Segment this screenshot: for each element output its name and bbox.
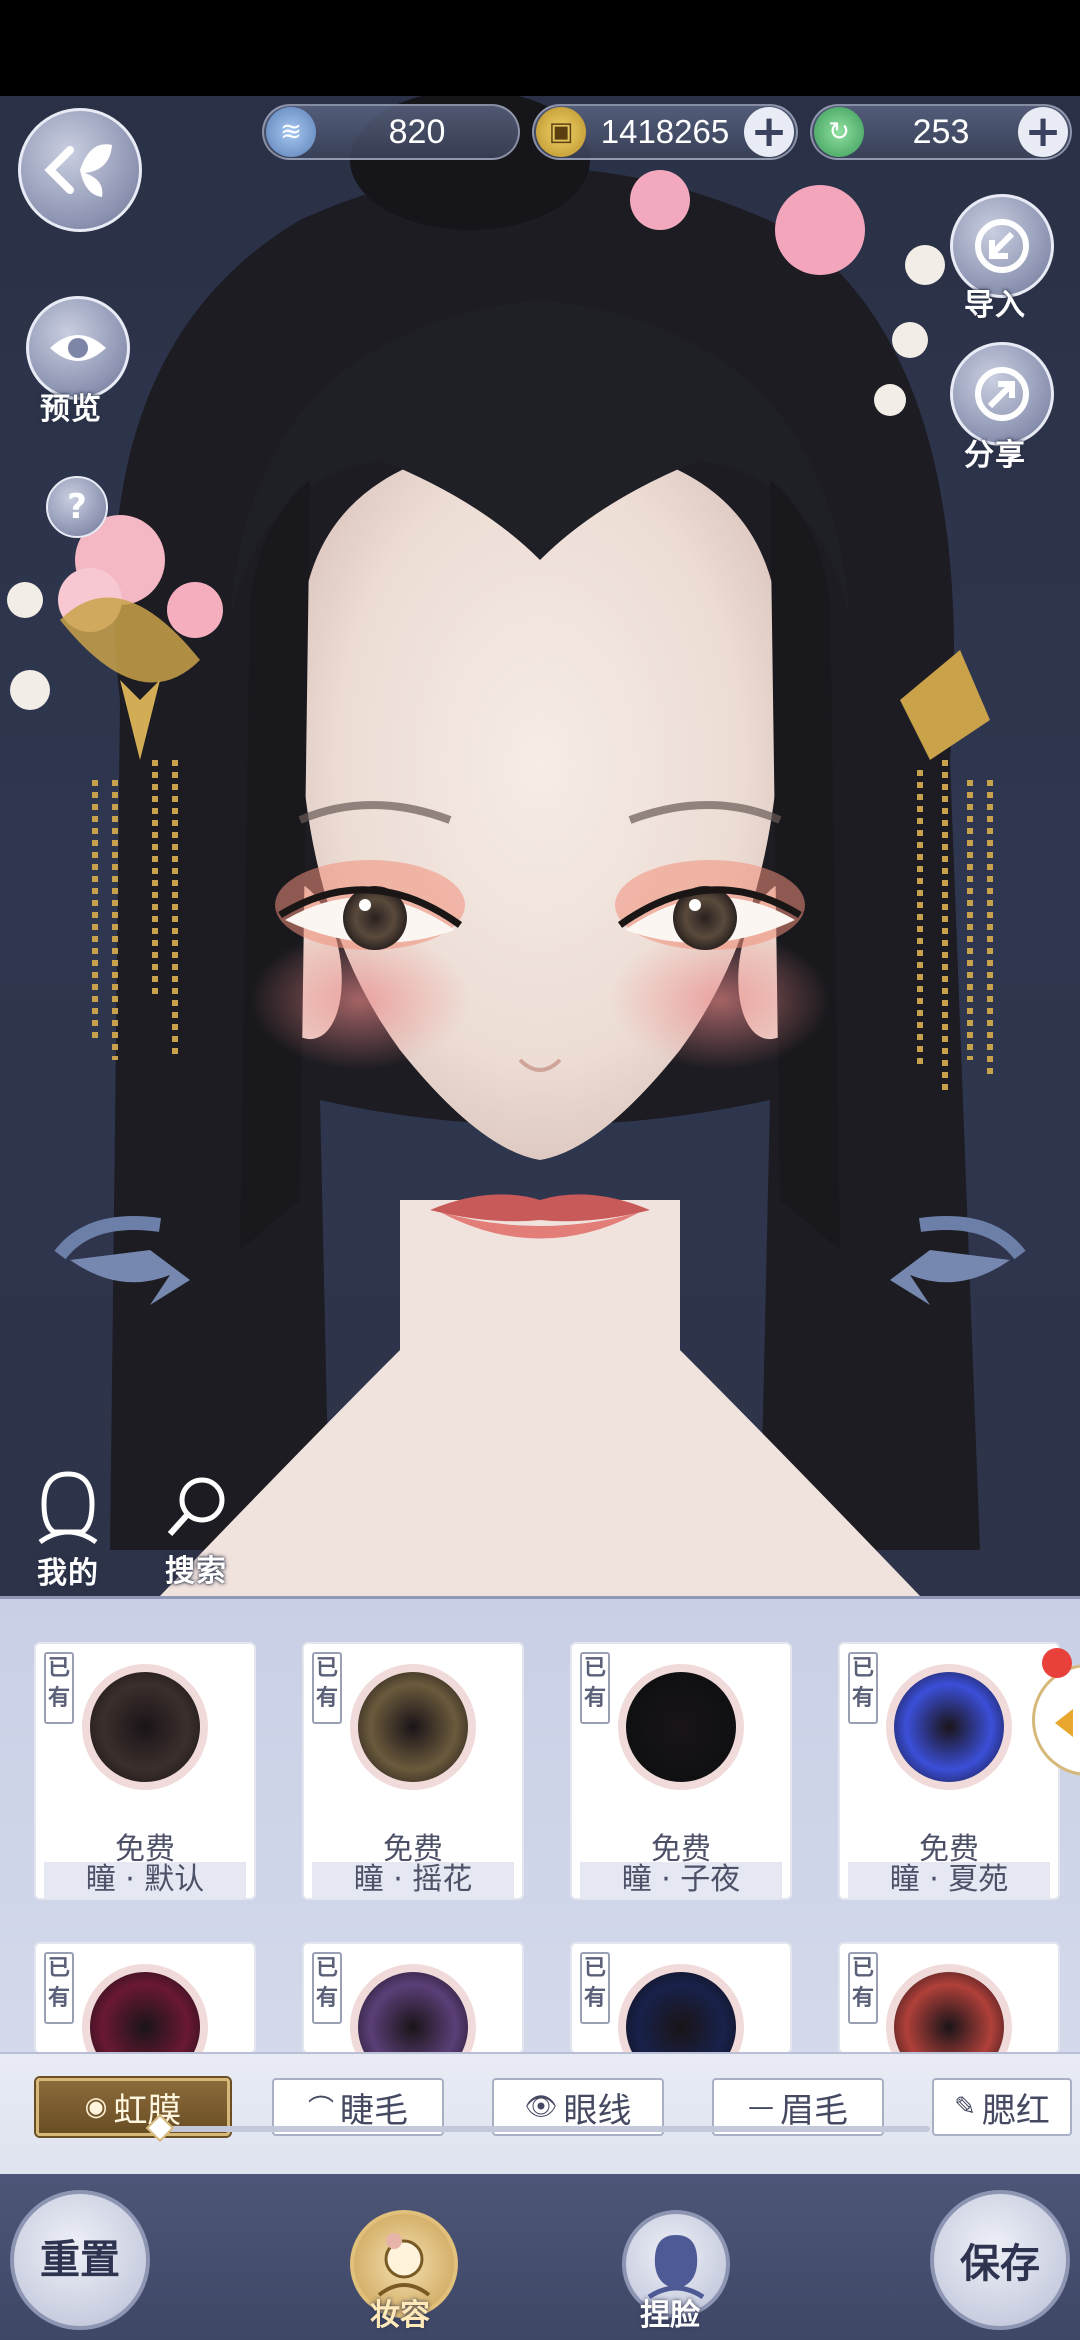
- coin-amount: 1418265: [600, 113, 730, 150]
- iris-swatch-icon: [82, 1664, 208, 1790]
- ticket-icon: ↻: [814, 107, 864, 157]
- iris-swatch-icon: [618, 1664, 744, 1790]
- makeup-label: 妆容: [370, 2298, 430, 2333]
- search-icon: [167, 1477, 225, 1537]
- back-butterfly-icon: [44, 144, 112, 197]
- ticket-amount: 253: [912, 112, 970, 151]
- search-label: 搜索: [165, 1554, 227, 1589]
- tab-scroll-track: [160, 2126, 930, 2132]
- jade-currency: ≋ 820: [262, 104, 520, 160]
- owned-badge: 已有: [44, 1952, 74, 2024]
- owned-badge: 已有: [44, 1652, 74, 1724]
- eyelash-icon: ⌒: [307, 2094, 334, 2125]
- item-name: 瞳 · 默认: [44, 1862, 246, 1898]
- owned-badge: 已有: [312, 1952, 342, 2024]
- makeup-face-icon: [377, 2233, 431, 2297]
- face-sculpt-icon: [647, 2235, 705, 2299]
- iris-item-card[interactable]: 已有 免费瞳 · 摇花: [304, 1644, 522, 1898]
- owned-badge: 已有: [848, 1952, 878, 2024]
- owned-badge: 已有: [312, 1652, 342, 1724]
- status-bar: [0, 0, 1080, 96]
- iris-item-card[interactable]: 已有 免费瞳 · 默认: [36, 1644, 254, 1898]
- rotate-right-arrow-icon[interactable]: [890, 1205, 1030, 1315]
- iris-item-card[interactable]: 已有: [840, 1944, 1058, 2052]
- item-name: 瞳 · 摇花: [312, 1862, 514, 1898]
- iris-item-card[interactable]: 已有 免费瞳 · 子夜: [572, 1644, 790, 1898]
- save-button[interactable]: 保存: [930, 2190, 1070, 2330]
- jade-icon: ≋: [266, 107, 316, 157]
- reset-button[interactable]: 重置: [10, 2190, 150, 2330]
- share-icon: [975, 367, 1029, 421]
- iris-item-card[interactable]: 已有: [572, 1944, 790, 2052]
- iris-swatch-icon: [618, 1964, 744, 2052]
- item-name: 瞳 · 夏苑: [848, 1862, 1050, 1898]
- coin-icon: ▣: [536, 107, 586, 157]
- help-icon: ?: [67, 487, 87, 527]
- rotate-left-arrow-icon[interactable]: [50, 1205, 190, 1315]
- eye-circle-icon: ◉: [84, 2092, 108, 2122]
- eye-icon: [50, 335, 106, 361]
- tab-label: 腮红: [981, 2090, 1050, 2131]
- reset-label: 重置: [40, 2237, 120, 2283]
- add-tickets-button[interactable]: +: [1018, 107, 1068, 157]
- character-model: [7, 96, 993, 1596]
- chevron-left-icon: [1055, 1709, 1073, 1737]
- back-button[interactable]: [18, 108, 142, 232]
- tab-label: 眼线: [563, 2090, 632, 2131]
- add-coins-button[interactable]: +: [744, 107, 794, 157]
- my-presets-button[interactable]: 我的: [28, 1470, 108, 1592]
- owned-badge: 已有: [848, 1652, 878, 1724]
- tab-blush[interactable]: ✎ 腮红: [932, 2078, 1072, 2136]
- import-label: 导入: [964, 288, 1026, 323]
- iris-swatch-icon: [886, 1664, 1012, 1790]
- owned-badge: 已有: [580, 1952, 610, 2024]
- item-name: 瞳 · 子夜: [580, 1862, 782, 1898]
- search-button[interactable]: 搜索: [156, 1474, 236, 1590]
- iris-swatch-icon: [350, 1664, 476, 1790]
- tab-label: 眉毛: [780, 2090, 848, 2131]
- bottom-navigation: [0, 2174, 1080, 2340]
- eyeliner-icon: 👁: [524, 2092, 558, 2122]
- iris-swatch-icon: [82, 1964, 208, 2052]
- tab-label: 睫毛: [340, 2090, 408, 2131]
- eyebrow-icon: —: [748, 2092, 774, 2122]
- save-label: 保存: [960, 2241, 1040, 2287]
- iris-item-card[interactable]: 已有 免费瞳 · 夏苑: [840, 1644, 1058, 1898]
- ticket-currency: ↻ 253 +: [810, 104, 1072, 160]
- jade-amount: 820: [388, 112, 446, 151]
- share-label: 分享: [964, 438, 1026, 473]
- iris-swatch-icon: [886, 1964, 1012, 2052]
- preview-label: 预览: [40, 392, 102, 427]
- notification-dot: [1042, 1648, 1072, 1678]
- iris-swatch-icon: [350, 1964, 476, 2052]
- my-label: 我的: [37, 1556, 99, 1591]
- woman-avatar-icon: [38, 1471, 98, 1545]
- face-sculpt-label: 捏脸: [640, 2298, 700, 2333]
- owned-badge: 已有: [580, 1652, 610, 1724]
- blush-icon: ✎: [954, 2092, 976, 2122]
- help-button[interactable]: ?: [46, 476, 108, 538]
- iris-item-card[interactable]: 已有: [304, 1944, 522, 2052]
- iris-item-card[interactable]: 已有: [36, 1944, 254, 2052]
- import-icon: [975, 219, 1029, 273]
- coin-currency: ▣ 1418265 +: [532, 104, 798, 160]
